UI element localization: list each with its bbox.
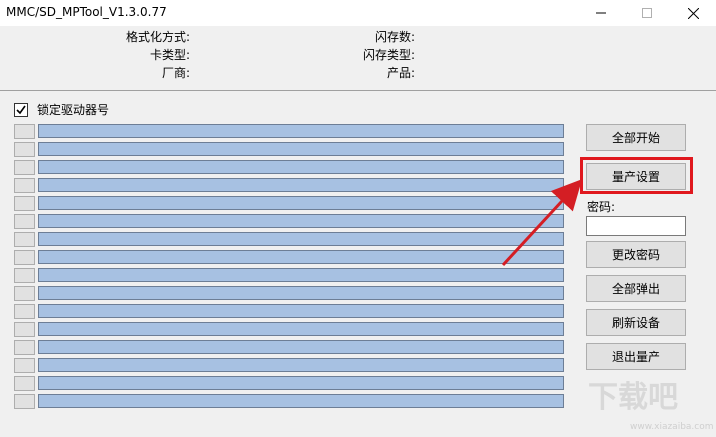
app-window: 格式化方式: 卡类型: 厂商: 闪存数: 闪存类型: 产品: MMC/SD_MP… [0,0,716,437]
start-all-button[interactable]: 全部开始 [586,124,686,151]
slot-progress-bar [38,268,564,282]
vendor-label: 厂商: [161,66,190,80]
device-slot-row [14,232,564,247]
device-slot-row [14,268,564,283]
slot-progress-bar [38,322,564,336]
slot-button[interactable] [14,358,35,373]
lock-drive-row[interactable]: 锁定驱动器号 [14,101,109,118]
slot-button[interactable] [14,196,35,211]
device-slot-row [14,322,564,337]
slot-button[interactable] [14,214,35,229]
watermark-url: www.xiazaiba.com [630,422,714,432]
device-slot-row [14,340,564,355]
device-slot-row [14,178,564,193]
device-slot-row [14,304,564,319]
slot-button[interactable] [14,304,35,319]
slot-progress-bar [38,124,564,138]
slot-progress-bar [38,214,564,228]
device-slot-row [14,142,564,157]
slot-button[interactable] [14,178,35,193]
window-title: MMC/SD_MPTool_V1.3.0.77 [6,5,167,19]
slot-button[interactable] [14,142,35,157]
close-icon [687,7,699,19]
device-slot-row [14,250,564,265]
watermark-logo: 下载吧 [588,380,678,415]
flash-count-label: 闪存数: [374,30,415,44]
slot-button[interactable] [14,286,35,301]
device-slot-row [14,394,564,409]
password-label: 密码: [587,200,616,214]
slot-button[interactable] [14,160,35,175]
slot-progress-bar [38,250,564,264]
device-slot-row [14,358,564,373]
slot-button[interactable] [14,376,35,391]
lock-drive-checkbox[interactable] [14,102,28,117]
main-panel: 锁定驱动器号 全部开始 量产设置 密码: 更改密码 全部弹出 刷新设备 退出量产… [0,91,716,437]
title-bar: MMC/SD_MPTool_V1.3.0.77 [0,0,716,26]
slot-progress-bar [38,358,564,372]
slot-progress-bar [38,142,564,156]
device-slot-row [14,124,564,139]
device-slot-row [14,214,564,229]
slot-progress-bar [38,340,564,354]
slot-button[interactable] [14,232,35,247]
minimize-button[interactable] [578,0,624,26]
eject-all-button[interactable]: 全部弹出 [586,275,686,302]
highlight-box [580,157,693,194]
refresh-devices-button[interactable]: 刷新设备 [586,309,686,336]
checkmark-icon [16,105,26,114]
slot-progress-bar [38,232,564,246]
slot-button[interactable] [14,340,35,355]
password-input[interactable] [586,216,686,236]
slot-progress-bar [38,304,564,318]
card-type-label: 卡类型: [149,48,190,62]
maximize-icon [642,8,652,18]
slot-button[interactable] [14,268,35,283]
device-slot-row [14,376,564,391]
minimize-icon [596,12,606,14]
slot-progress-bar [38,178,564,192]
lock-drive-label: 锁定驱动器号 [37,103,110,117]
device-slot-row [14,160,564,175]
device-slot-row [14,196,564,211]
slot-progress-bar [38,376,564,390]
slot-progress-bar [38,196,564,210]
slot-progress-bar [38,394,564,408]
slot-button[interactable] [14,124,35,139]
slot-button[interactable] [14,322,35,337]
flash-type-label: 闪存类型: [362,48,415,62]
change-password-button[interactable]: 更改密码 [586,241,686,268]
slot-button[interactable] [14,394,35,409]
product-label: 产品: [386,66,415,80]
device-slot-row [14,286,564,301]
format-label: 格式化方式: [125,30,190,44]
slot-progress-bar [38,160,564,174]
exit-mp-button[interactable]: 退出量产 [586,343,686,370]
close-button[interactable] [670,0,716,26]
slot-button[interactable] [14,250,35,265]
slot-progress-bar [38,286,564,300]
maximize-button[interactable] [624,0,670,26]
